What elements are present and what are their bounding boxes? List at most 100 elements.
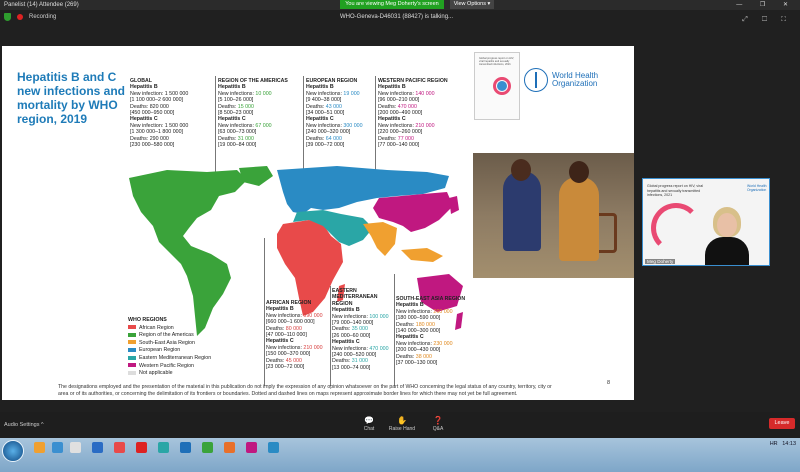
- taskbar-app-icon[interactable]: [34, 442, 45, 453]
- shield-icon: [4, 13, 11, 21]
- cover-graphic: [497, 81, 507, 91]
- region-global: GLOBAL Hepatitis B New infection: 1 500 …: [130, 78, 216, 148]
- value: 15 000: [237, 103, 254, 110]
- label: New infections:: [218, 90, 254, 97]
- value: 210 000: [303, 344, 323, 351]
- value: 300 000: [343, 122, 363, 129]
- taskbar-app-icon[interactable]: [180, 442, 191, 453]
- value: 35 000: [351, 326, 368, 333]
- value: 260 000: [433, 308, 453, 315]
- webcam-person: [705, 207, 749, 265]
- viewing-banner: You are viewing Meg Doherty's screen: [340, 0, 444, 9]
- legend-swatch: [128, 355, 136, 360]
- value: 180 000: [415, 321, 435, 328]
- legend-swatch: [128, 340, 136, 345]
- legend-item: Western Pacific Region: [128, 363, 211, 371]
- value: 67 000: [255, 122, 272, 129]
- chevron-up-icon: ^: [41, 422, 44, 428]
- raise-hand-button[interactable]: ✋ Raise Hand: [388, 416, 416, 432]
- taskbar-app-icon[interactable]: [224, 442, 235, 453]
- region-eastern-mediterranean: EASTERN MEDITERRANEAN REGION Hepatitis B…: [332, 288, 396, 371]
- taskbar-app-icon[interactable]: [246, 442, 257, 453]
- divider: [375, 76, 376, 176]
- chat-icon: 💬: [364, 416, 374, 425]
- taskbar-app-icon[interactable]: [268, 442, 279, 453]
- label: Deaths:: [396, 353, 415, 360]
- label: New infections:: [266, 312, 302, 319]
- taskbar-app-icon[interactable]: [114, 442, 125, 453]
- map-legend: WHO REGIONS African Region Region of the…: [128, 317, 211, 378]
- view-options-label: View Options: [453, 1, 486, 7]
- divider: [303, 76, 304, 176]
- qa-button[interactable]: ❓ Q&A: [424, 416, 452, 432]
- person-body: [705, 237, 749, 265]
- region-western-pacific: WESTERN PACIFIC REGION Hepatitis B New i…: [378, 78, 458, 148]
- who-logo: World Health Organization: [524, 68, 598, 92]
- value: 77 000: [397, 135, 414, 142]
- taskbar-app-icon[interactable]: [202, 442, 213, 453]
- divider: [394, 274, 395, 386]
- taskbar-app-icon[interactable]: [52, 442, 63, 453]
- photo-person: [559, 177, 599, 261]
- label: Deaths:: [332, 326, 351, 333]
- recording-label: Recording: [29, 14, 57, 20]
- legend-item: Region of the Americas: [128, 332, 211, 340]
- value: 31 000: [237, 135, 254, 142]
- label: Deaths:: [266, 325, 285, 332]
- legend-swatch: [128, 363, 136, 368]
- taskbar-app-icon[interactable]: [136, 442, 147, 453]
- view-tools[interactable]: ⤢ ☐ ⛶: [742, 16, 792, 24]
- legend-label: Eastern Mediterranean Region: [139, 354, 212, 361]
- hepc-deaths-ci: [19 000–84 000]: [218, 142, 257, 149]
- who-logo-line: Organization: [747, 188, 767, 192]
- system-tray[interactable]: HR 14:13: [770, 441, 796, 448]
- window-controls[interactable]: — ❐ ✕: [736, 0, 796, 10]
- audio-settings-button[interactable]: Audio Settings ^: [4, 422, 44, 428]
- hepc-deaths-ci: [77 000–140 000]: [378, 142, 420, 149]
- talking-indicator: WHO-Geneva-D46031 (88427) is talking...: [340, 14, 454, 20]
- audio-settings-label: Audio Settings: [4, 422, 40, 428]
- taskbar-app-icon[interactable]: [158, 442, 169, 453]
- photo-person-head: [511, 159, 531, 181]
- language-indicator: HR: [769, 441, 778, 447]
- value: 100 000: [369, 313, 389, 320]
- page-number: 8: [607, 380, 611, 386]
- label: Deaths:: [378, 103, 397, 110]
- legend-title: WHO REGIONS: [128, 317, 167, 323]
- divider: [330, 286, 331, 386]
- value: 64 000: [325, 135, 342, 142]
- view-options-button[interactable]: View Options ▾: [450, 0, 494, 9]
- slide-photo: [473, 153, 634, 278]
- map-se-asia-islands: [401, 248, 443, 262]
- label: New infections:: [396, 340, 432, 347]
- leave-button[interactable]: Leave: [769, 418, 795, 429]
- webcam-background-graphic: [651, 203, 701, 253]
- windows-start-icon[interactable]: [2, 440, 24, 462]
- taskbar-app-icon[interactable]: [70, 442, 81, 453]
- value: 31 000: [351, 358, 368, 365]
- recording-indicator: Recording: [4, 13, 56, 21]
- chat-button[interactable]: 💬 Chat: [355, 416, 383, 432]
- value: 230 000: [433, 340, 453, 347]
- participant-name: Meg Doherty: [645, 259, 676, 264]
- photo-person: [503, 171, 541, 251]
- label: New infections:: [306, 122, 342, 129]
- webcam-video[interactable]: Global progress report on HIV, viral hep…: [642, 178, 770, 266]
- value: 43 000: [325, 103, 342, 110]
- legend-label: Western Pacific Region: [139, 362, 194, 369]
- hepc-deaths-ci: [39 000–72 000]: [306, 142, 345, 149]
- value: 470 000: [397, 103, 417, 110]
- label: New infections:: [378, 90, 414, 97]
- chat-label: Chat: [363, 426, 375, 432]
- taskbar-app-icon[interactable]: [92, 442, 103, 453]
- legend-item: Not applicable: [128, 370, 211, 378]
- value: 210 000: [415, 122, 435, 129]
- region-americas: REGION OF THE AMERICAS Hepatitis B New i…: [218, 78, 304, 148]
- hepc-deaths-ci: [13 000–74 000]: [332, 364, 371, 371]
- map-japan: [449, 196, 459, 214]
- label: Deaths:: [306, 135, 325, 142]
- qa-label: Q&A: [432, 426, 444, 432]
- label: New infections:: [306, 90, 342, 97]
- legend-item: South-East Asia Region: [128, 340, 211, 348]
- hepc-deaths-ci: [37 000–130 000]: [396, 360, 438, 367]
